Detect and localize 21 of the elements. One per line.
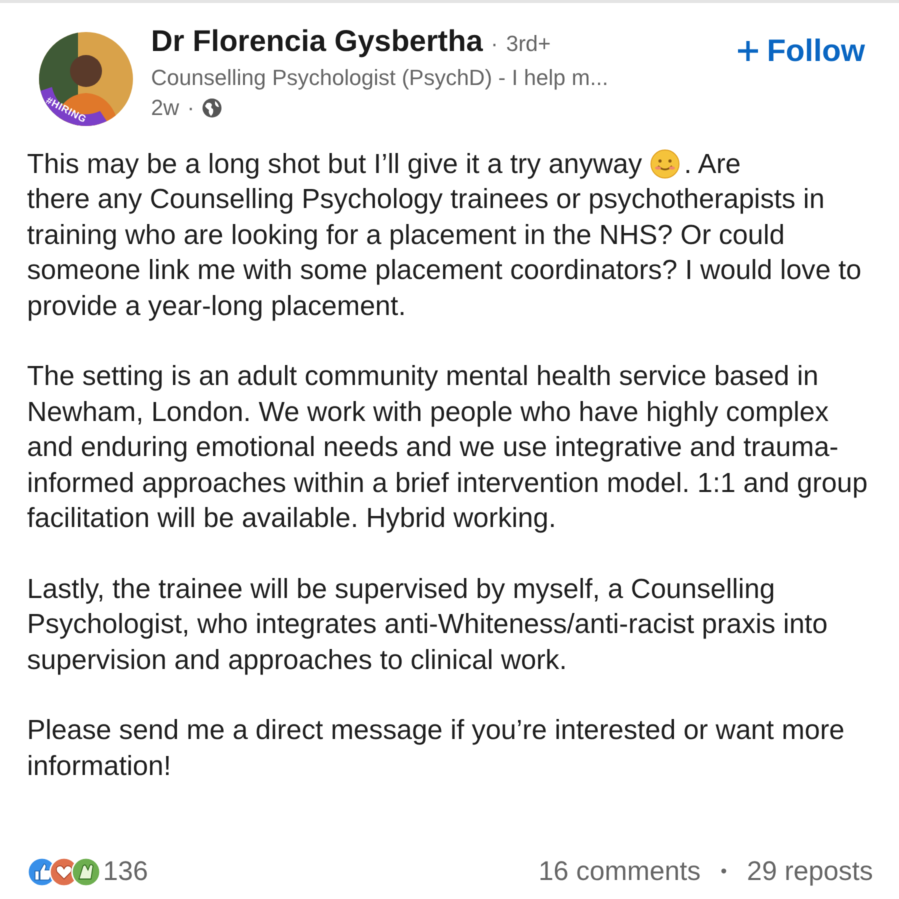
post-text: . Are xyxy=(684,147,741,181)
separator-dot: · xyxy=(187,95,194,121)
post-text: This may be a long shot but I’ll give it a try anyway xyxy=(27,147,642,181)
connection-degree: 3rd+ xyxy=(506,31,551,57)
plus-icon xyxy=(736,40,759,62)
clapping-hands-icon xyxy=(71,856,101,886)
reaction-count[interactable]: 136 xyxy=(103,856,148,887)
author-name[interactable]: Dr Florencia Gysbertha xyxy=(151,25,483,59)
globe-icon xyxy=(202,98,222,118)
separator-dot: • xyxy=(720,861,727,882)
reposts-link[interactable]: 29 reposts xyxy=(746,856,873,887)
separator-dot: · xyxy=(490,31,498,57)
post-time: 2w xyxy=(151,95,180,121)
follow-button[interactable]: Follow xyxy=(736,33,865,69)
comments-link[interactable]: 16 comments xyxy=(538,856,701,887)
smile-emoji-icon xyxy=(650,148,680,179)
post-text: Lastly, the trainee will be supervised by myself, a Counselling Psychologist, who integrates anti-Whiteness/anti-racist praxis into supervision and approaches to clinical work. xyxy=(27,572,829,677)
author-headline: Counselling Psychologist (PsychD) - I help m... xyxy=(151,65,610,91)
post-text: Please send me a direct message if you’re interested or want more information! xyxy=(27,713,846,783)
post-text: The setting is an adult community mental health service based in Newham, London. We work with people who have highly complex and enduring emotional needs and we use integrative and trauma-informed approaches within a brief intervention model. 1:1 and group facilitation will be available. Hybrid working. xyxy=(27,359,869,536)
post-text: there any Counselling Psychology trainees or psychotherapists in training who are looking for a placement in the NHS? Or could someone link me with some placement coordinators? I would love to provide a year-long placement. xyxy=(27,182,862,323)
